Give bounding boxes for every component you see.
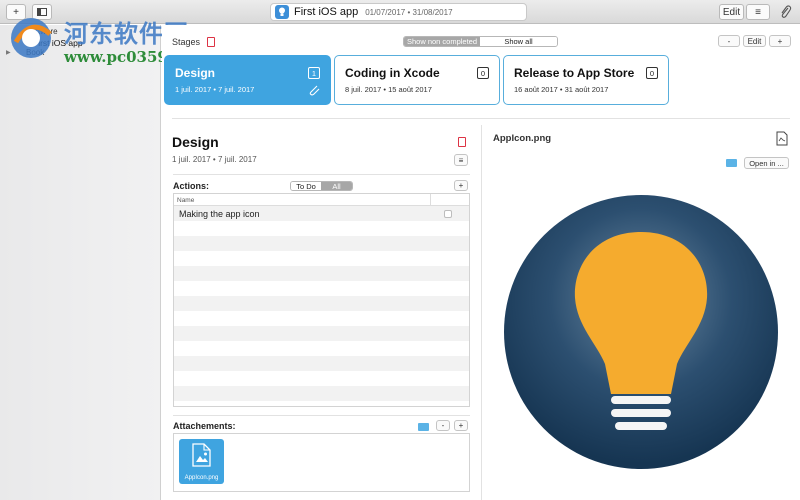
empty-row <box>174 356 469 371</box>
remove-stage-button[interactable]: - <box>718 35 740 47</box>
empty-row <box>174 326 469 341</box>
sidebar-toggle-button[interactable] <box>32 4 52 20</box>
edit-stage-button[interactable]: Edit <box>743 35 766 47</box>
empty-row <box>174 221 469 236</box>
main-content: Stages Show non completed Show all - Edi… <box>162 25 800 500</box>
table-header: Name <box>174 194 469 206</box>
projects-sidebar: Software First iOS app ▶ Book <box>0 25 161 500</box>
menu-button[interactable]: ≡ <box>746 4 770 20</box>
stage-card-dates: 16 août 2017 • 31 août 2017 <box>514 85 609 94</box>
attachment-name: AppIcon.png <box>184 475 219 481</box>
actions-table: Name Making the app icon <box>173 193 470 407</box>
sidebar-icon <box>37 8 47 16</box>
window-titlebar: + First iOS app 01/07/2017 • 31/08/2017 … <box>0 0 800 24</box>
stage-card-release[interactable]: Release to App Store 16 août 2017 • 31 a… <box>503 55 669 105</box>
document-icon[interactable] <box>776 131 788 146</box>
window-title-field: First iOS app 01/07/2017 • 31/08/2017 <box>270 3 527 21</box>
add-attachment-button[interactable]: + <box>454 420 468 431</box>
filter-non-completed[interactable]: Show non completed <box>404 37 480 46</box>
filter-all[interactable]: All <box>321 182 352 190</box>
delete-trash-icon[interactable] <box>458 137 466 147</box>
sidebar-item-first-ios-app[interactable]: First iOS app <box>33 38 83 48</box>
stage-detail-title: Design <box>172 134 219 150</box>
stage-card-count: 1 <box>308 67 320 79</box>
stage-filter-segmented[interactable]: Show non completed Show all <box>403 36 558 47</box>
filter-todo[interactable]: To Do <box>291 182 322 190</box>
list-icon: ≡ <box>458 155 464 165</box>
lightbulb-preview-image <box>504 195 778 469</box>
action-name: Making the app icon <box>179 209 260 219</box>
empty-row <box>174 371 469 386</box>
empty-row <box>174 296 469 311</box>
disclosure-triangle-icon[interactable]: ▶ <box>6 49 11 56</box>
table-body: Making the app icon <box>174 206 469 406</box>
open-in-button[interactable]: Open in ... <box>744 157 789 169</box>
image-file-icon <box>192 443 211 467</box>
detail-divider <box>173 174 470 175</box>
add-project-button[interactable]: + <box>6 4 26 20</box>
paperclip-icon[interactable] <box>778 4 792 20</box>
empty-row <box>174 341 469 356</box>
empty-row <box>174 251 469 266</box>
folder-icon[interactable] <box>418 423 429 431</box>
sidebar-item-software[interactable]: Software <box>26 27 58 36</box>
stage-detail-dates: 1 juil. 2017 • 7 juil. 2017 <box>172 155 257 164</box>
edit-button[interactable]: Edit <box>719 4 744 20</box>
empty-row <box>174 281 469 296</box>
add-action-button[interactable]: + <box>454 180 468 191</box>
sidebar-item-book[interactable]: Book <box>26 48 44 57</box>
empty-row <box>174 311 469 326</box>
stage-card-count: 0 <box>646 67 658 79</box>
menu-label: ≡ <box>755 6 761 18</box>
paperclip-icon <box>309 85 320 96</box>
filter-show-all[interactable]: Show all <box>480 37 557 46</box>
table-row[interactable]: Making the app icon <box>174 206 469 221</box>
column-header-name: Name <box>177 197 195 204</box>
preview-file-name: AppIcon.png <box>493 133 552 144</box>
attachment-tile[interactable]: AppIcon.png <box>179 439 224 484</box>
stage-card-title: Coding in Xcode <box>345 66 440 80</box>
empty-row <box>174 266 469 281</box>
attachments-box: AppIcon.png <box>173 433 470 492</box>
stage-card-coding[interactable]: Coding in Xcode 8 juil. 2017 • 15 août 2… <box>334 55 500 105</box>
actions-filter-segmented[interactable]: To Do All <box>290 181 353 191</box>
panel-divider <box>481 125 482 500</box>
actions-label: Actions: <box>173 181 209 191</box>
stage-card-dates: 8 juil. 2017 • 15 août 2017 <box>345 85 432 94</box>
stage-card-title: Design <box>175 66 216 80</box>
empty-row <box>174 401 469 406</box>
empty-row <box>174 386 469 401</box>
remove-attachment-button[interactable]: - <box>436 420 450 431</box>
app-icon <box>275 5 289 19</box>
stage-card-design[interactable]: Design 1 juil. 2017 • 7 juil. 2017 1 <box>164 55 331 105</box>
window-dates: 01/07/2017 • 31/08/2017 <box>365 7 453 17</box>
action-checkbox[interactable] <box>444 210 452 218</box>
stages-divider <box>172 118 790 119</box>
add-stage-button[interactable]: + <box>769 35 791 47</box>
attachments-divider <box>173 415 470 416</box>
detail-menu-button[interactable]: ≡ <box>454 154 468 166</box>
empty-row <box>174 236 469 251</box>
edit-label: Edit <box>722 6 741 18</box>
add-label: + <box>13 6 19 18</box>
delete-stage-trash-icon[interactable] <box>207 37 215 47</box>
stages-label: Stages <box>172 37 201 47</box>
stage-card-dates: 1 juil. 2017 • 7 juil. 2017 <box>175 85 255 94</box>
stage-card-count: 0 <box>477 67 489 79</box>
stage-card-title: Release to App Store <box>514 66 635 80</box>
folder-icon[interactable] <box>726 159 737 167</box>
window-title: First iOS app <box>294 6 359 18</box>
attachments-label: Attachements: <box>173 421 236 431</box>
